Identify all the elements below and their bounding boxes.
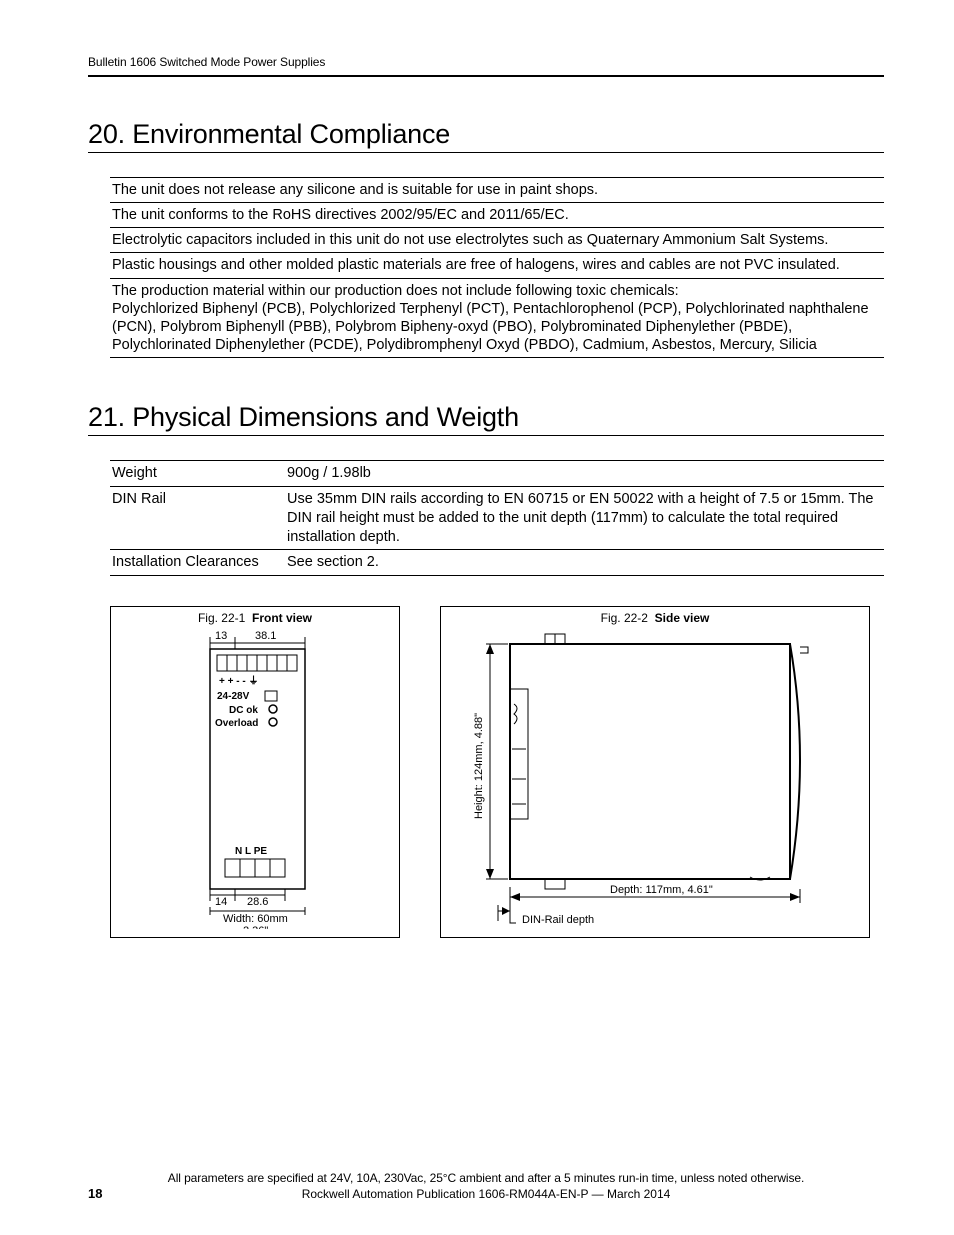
height-label: Height: 124mm, 4.88" <box>473 713 485 819</box>
figure-title: Side view <box>655 611 710 625</box>
din-rail-label: DIN-Rail depth <box>522 914 594 926</box>
compliance-cell: The production material within our produ… <box>110 278 884 358</box>
section-21-heading: 21. Physical Dimensions and Weigth <box>88 402 884 436</box>
polarity-marks: + + - - ⏚ <box>219 675 258 687</box>
figure-caption: Fig. 22-2 Side view <box>441 607 869 629</box>
dc-ok-label: DC ok <box>229 705 258 716</box>
front-view-diagram: 13 38.1 + + - - ⏚ 24-28V DC ok Overload <box>155 629 355 929</box>
compliance-cell: Plastic housings and other molded plasti… <box>110 253 884 278</box>
dim-value: See section 2. <box>285 550 884 576</box>
table-row: The unit does not release any silicone a… <box>110 178 884 203</box>
page-header: Bulletin 1606 Switched Mode Power Suppli… <box>88 55 884 77</box>
dimensions-table: Weight 900g / 1.98lb DIN Rail Use 35mm D… <box>110 460 884 576</box>
compliance-cell: The unit conforms to the RoHS directives… <box>110 203 884 228</box>
figure-front-view: Fig. 22-1 Front view 13 38.1 + + - - ⏚ <box>110 606 400 938</box>
page-number: 18 <box>88 1186 102 1201</box>
table-row: The production material within our produ… <box>110 278 884 358</box>
compliance-cell: Electrolytic capacitors included in this… <box>110 228 884 253</box>
dim-label: Installation Clearances <box>110 550 285 576</box>
compliance-table: The unit does not release any silicone a… <box>110 177 884 358</box>
table-row: The unit conforms to the RoHS directives… <box>110 203 884 228</box>
footer-publication: Rockwell Automation Publication 1606-RM0… <box>88 1187 884 1201</box>
section-20-heading: 20. Environmental Compliance <box>88 119 884 153</box>
dim-label: DIN Rail <box>110 486 285 550</box>
table-row: DIN Rail Use 35mm DIN rails according to… <box>110 486 884 550</box>
dim-14: 14 <box>215 896 227 908</box>
overload-label: Overload <box>215 718 258 729</box>
figure-prefix: Fig. 22-2 <box>601 611 648 625</box>
dim-value: Use 35mm DIN rails according to EN 60715… <box>285 486 884 550</box>
page-footer: All parameters are specified at 24V, 10A… <box>88 1171 884 1201</box>
footer-note: All parameters are specified at 24V, 10A… <box>88 1171 884 1185</box>
table-row: Plastic housings and other molded plasti… <box>110 253 884 278</box>
side-view-diagram: Height: 124mm, 4.88" <box>450 629 860 929</box>
dim-value: 900g / 1.98lb <box>285 461 884 487</box>
figures-row: Fig. 22-1 Front view 13 38.1 + + - - ⏚ <box>110 606 884 938</box>
compliance-cell: The unit does not release any silicone a… <box>110 178 884 203</box>
voltage-label: 24-28V <box>217 691 250 702</box>
dim-38-1: 38.1 <box>255 630 276 642</box>
terminals-label: N L PE <box>235 846 267 857</box>
figure-side-view: Fig. 22-2 Side view Height: 124mm, 4.88" <box>440 606 870 938</box>
figure-caption: Fig. 22-1 Front view <box>111 607 399 629</box>
table-row: Installation Clearances See section 2. <box>110 550 884 576</box>
table-row: Weight 900g / 1.98lb <box>110 461 884 487</box>
depth-label: Depth: 117mm, 4.61" <box>610 884 713 896</box>
header-title: Bulletin 1606 Switched Mode Power Suppli… <box>88 55 325 69</box>
dim-28-6: 28.6 <box>247 896 268 908</box>
table-row: Electrolytic capacitors included in this… <box>110 228 884 253</box>
width-in-label: 2.36" <box>243 925 268 929</box>
width-label: Width: 60mm <box>223 913 288 925</box>
dim-label: Weight <box>110 461 285 487</box>
figure-title: Front view <box>252 611 312 625</box>
dim-13: 13 <box>215 630 227 642</box>
figure-prefix: Fig. 22-1 <box>198 611 245 625</box>
